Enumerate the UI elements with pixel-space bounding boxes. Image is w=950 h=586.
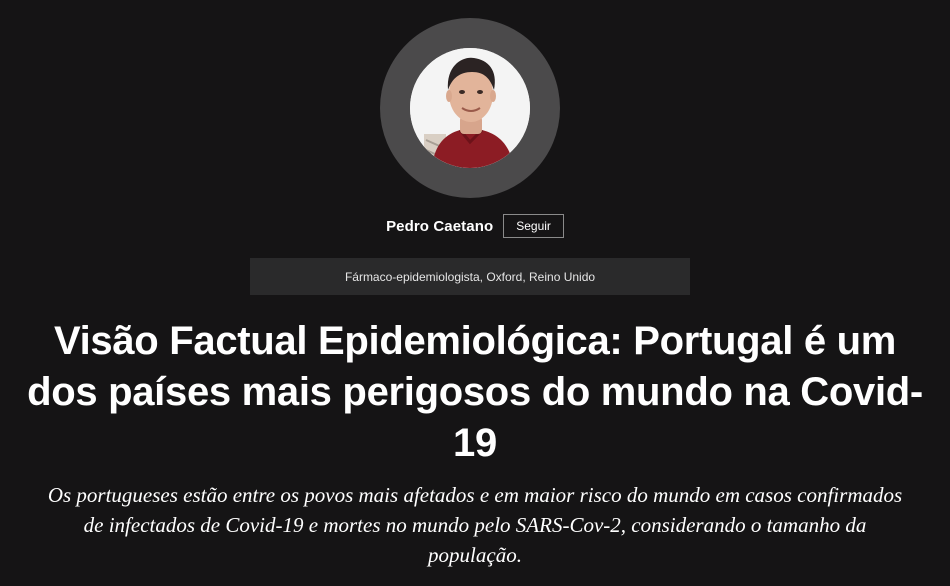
follow-button[interactable]: Seguir (503, 214, 564, 238)
article-subtitle: Os portugueses estão entre os povos mais… (47, 483, 903, 567)
author-role-bar: Fármaco-epidemiologista, Oxford, Reino U… (250, 258, 690, 295)
author-avatar[interactable] (410, 48, 530, 168)
author-role: Fármaco-epidemiologista, Oxford, Reino U… (344, 269, 596, 284)
article-header: Pedro Caetano Seguir Fármaco-epidemiolog… (0, 0, 950, 586)
author-avatar-ring (380, 18, 560, 198)
author-row: Pedro Caetano Seguir (0, 214, 950, 238)
author-name[interactable]: Pedro Caetano (386, 218, 493, 235)
author-photo (410, 48, 530, 168)
article-headline: Visão Factual Epidemiológica: Portugal é… (27, 319, 923, 465)
